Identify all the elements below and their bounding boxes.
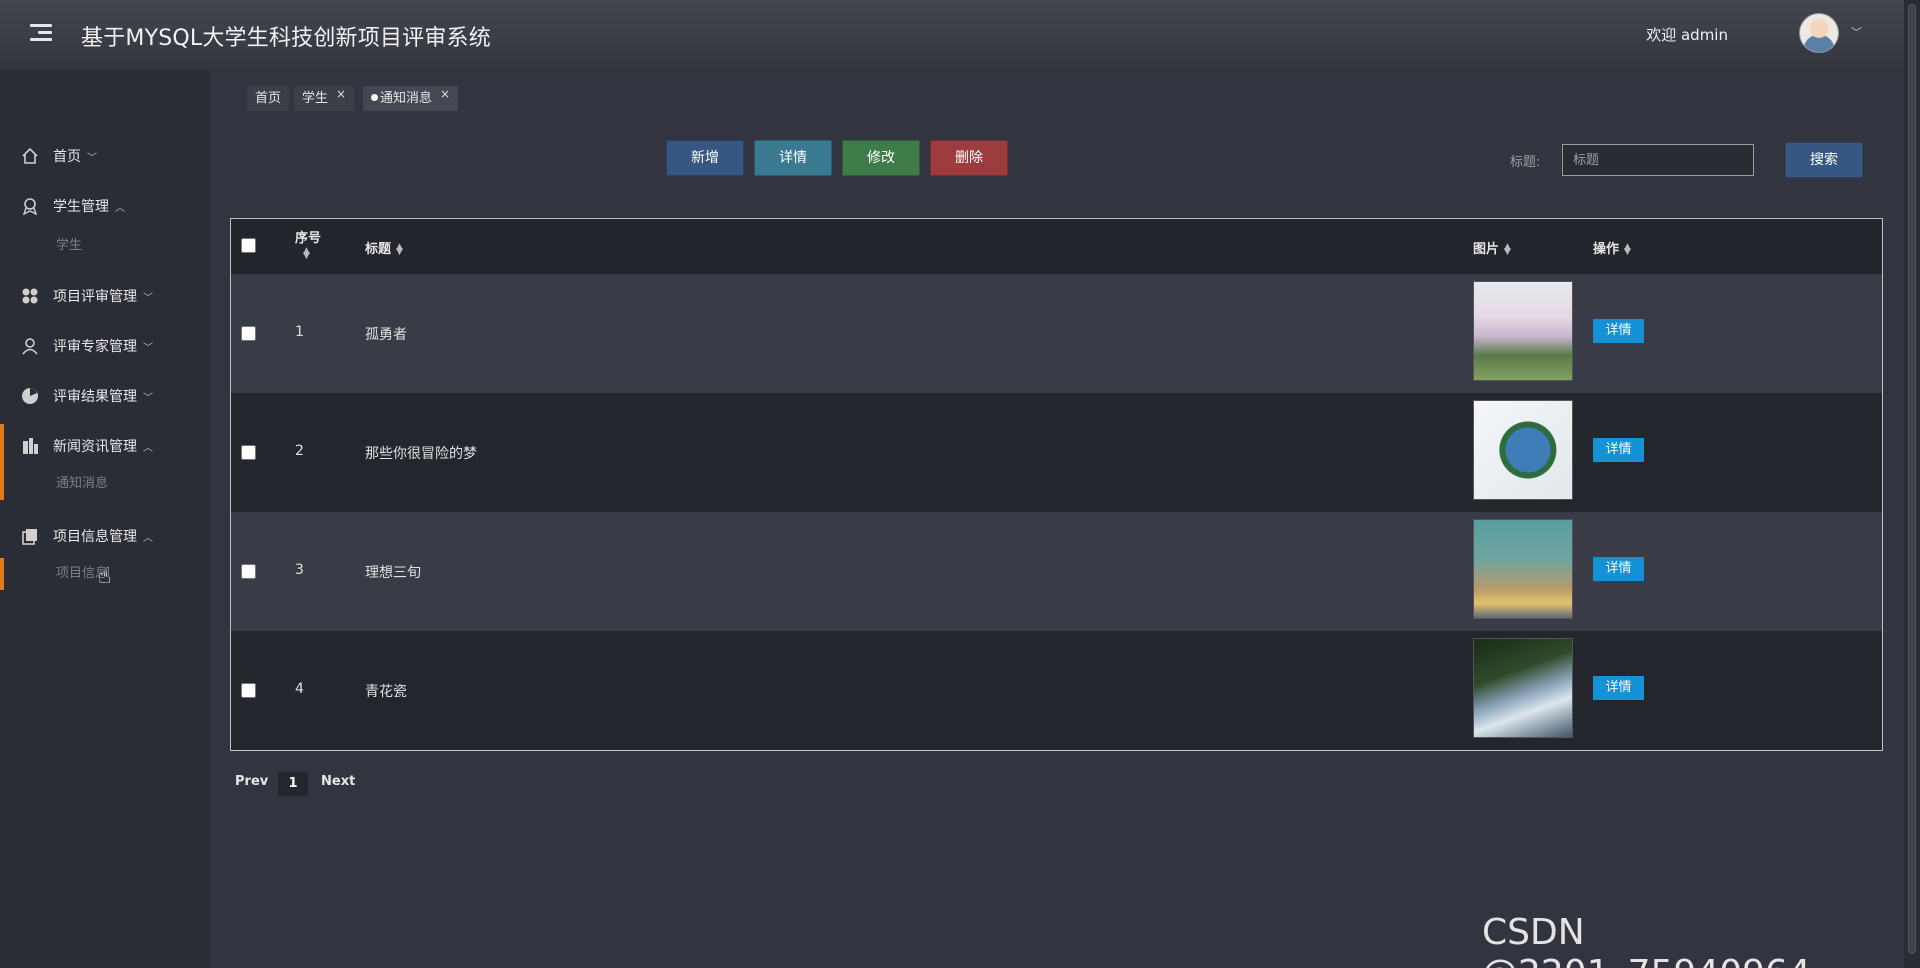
user-icon — [21, 337, 39, 355]
edit-button[interactable]: 修改 — [842, 140, 920, 176]
row-image — [1473, 638, 1573, 738]
row-title: 孤勇者 — [365, 327, 407, 343]
sidebar-item-label: 评审结果管理 — [53, 389, 137, 405]
column-header-index[interactable]: 序号 ▲ ▼ — [295, 227, 321, 261]
sort-icon[interactable]: ▲ ▼ — [1624, 242, 1631, 256]
row-checkbox[interactable] — [241, 326, 256, 341]
current-page[interactable]: 1 — [278, 772, 308, 796]
column-header-label: 图片 — [1473, 242, 1500, 257]
tab-label: 通知消息 — [380, 91, 433, 106]
home-icon — [21, 147, 39, 165]
row-checkbox[interactable] — [241, 445, 256, 460]
column-header-label: 序号 — [295, 231, 322, 246]
search-label: 标题: — [1510, 155, 1541, 170]
close-icon[interactable]: × — [336, 87, 346, 101]
search-button[interactable]: 搜索 — [1785, 142, 1863, 178]
tab-label: 学生 — [302, 91, 329, 106]
chevron-down-icon: ﹀ — [143, 292, 153, 304]
vertical-scrollbar[interactable] — [1904, 0, 1920, 968]
row-image — [1473, 519, 1573, 619]
chevron-down-icon: ﹀ — [87, 152, 97, 164]
column-header-label: 操作 — [1593, 242, 1620, 257]
add-button[interactable]: 新增 — [666, 140, 744, 176]
next-page-link[interactable]: Next — [321, 774, 355, 789]
row-detail-button[interactable]: 详情 — [1593, 557, 1644, 581]
table-row: 3 理想三旬 详情 — [231, 512, 1882, 631]
table-row: 1 孤勇者 详情 — [231, 274, 1882, 393]
chevron-up-icon: ︿ — [143, 442, 153, 454]
menu-toggle-icon[interactable] — [30, 24, 52, 44]
row-title: 那些你很冒险的梦 — [365, 446, 477, 462]
chevron-down-icon: ﹀ — [143, 392, 153, 404]
column-header-image[interactable]: 图片 ▲ ▼ — [1473, 238, 1511, 257]
prev-page-link[interactable]: Prev — [235, 774, 268, 789]
row-checkbox[interactable] — [241, 564, 256, 579]
watermark: CSDN @2201_75940964 — [1482, 912, 1811, 968]
chevron-down-icon: ﹀ — [143, 342, 153, 354]
sidebar-item-expert-mgmt[interactable]: 评审专家管理 ﹀ — [0, 324, 210, 368]
sidebar-item-result-mgmt[interactable]: 评审结果管理 ﹀ — [0, 374, 210, 418]
active-dot-icon — [371, 94, 378, 101]
chevron-up-icon: ︿ — [115, 202, 125, 214]
sidebar-item-label: 项目信息管理 — [53, 529, 137, 545]
delete-button[interactable]: 删除 — [930, 140, 1008, 176]
award-icon — [21, 197, 39, 215]
title-search-input[interactable] — [1562, 144, 1754, 176]
detail-button[interactable]: 详情 — [754, 140, 832, 176]
top-header: 基于MYSQL大学生科技创新项目评审系统 欢迎 admin ﹀ — [0, 0, 1904, 70]
tab-student[interactable]: 学生 × — [294, 86, 355, 111]
table-header: 序号 ▲ ▼ 标题 ▲ ▼ 图片 ▲ ▼ 操作 ▲ ▼ — [231, 219, 1882, 274]
sidebar-item-project-info-mgmt[interactable]: 项目信息管理 ︿ — [0, 514, 210, 558]
sidebar-subitem-student[interactable]: 学生 — [0, 230, 210, 262]
chevron-down-icon[interactable]: ﹀ — [1851, 24, 1862, 40]
pie-chart-icon — [21, 387, 39, 405]
tab-home[interactable]: 首页 — [247, 86, 290, 111]
row-image — [1473, 281, 1573, 381]
building-icon — [21, 437, 39, 455]
sidebar-subitem-notice[interactable]: 通知消息 — [0, 468, 210, 500]
table-row: 2 那些你很冒险的梦 详情 — [231, 393, 1882, 512]
app-title: 基于MYSQL大学生科技创新项目评审系统 — [81, 26, 491, 51]
sidebar-item-label: 学生管理 — [53, 199, 109, 215]
row-detail-button[interactable]: 详情 — [1593, 676, 1644, 700]
copy-icon — [21, 527, 39, 545]
sidebar-item-label: 首页 — [53, 149, 81, 165]
close-icon[interactable]: × — [440, 87, 450, 101]
row-index: 4 — [295, 681, 304, 697]
welcome-text: 欢迎 admin — [1646, 26, 1728, 44]
sidebar-item-label: 评审专家管理 — [53, 339, 137, 355]
row-detail-button[interactable]: 详情 — [1593, 438, 1644, 462]
row-checkbox[interactable] — [241, 683, 256, 698]
tab-notice[interactable]: 通知消息 × — [363, 86, 459, 111]
sidebar-item-label: 项目评审管理 — [53, 289, 137, 305]
data-table: 序号 ▲ ▼ 标题 ▲ ▼ 图片 ▲ ▼ 操作 ▲ ▼ 1 孤勇者 详情 2 那些你很冒险的梦… — [230, 218, 1883, 751]
row-title: 理想三旬 — [365, 565, 421, 581]
column-header-label: 标题 — [365, 242, 392, 257]
row-detail-button[interactable]: 详情 — [1593, 319, 1644, 343]
row-index: 2 — [295, 443, 304, 459]
select-all-checkbox[interactable] — [241, 238, 256, 253]
row-title: 青花瓷 — [365, 684, 407, 700]
chevron-up-icon: ︿ — [143, 532, 153, 544]
row-index: 1 — [295, 324, 304, 340]
sidebar-item-news-mgmt[interactable]: 新闻资讯管理 ︿ — [0, 424, 210, 468]
sidebar-item-home[interactable]: 首页 ﹀ — [0, 134, 210, 178]
sidebar-item-project-review-mgmt[interactable]: 项目评审管理 ﹀ — [0, 274, 210, 318]
table-row: 4 青花瓷 详情 — [231, 631, 1882, 750]
sort-icon[interactable]: ▲ ▼ — [1504, 242, 1511, 256]
avatar[interactable] — [1799, 13, 1839, 53]
scrollbar-thumb[interactable] — [1908, 4, 1916, 954]
column-header-action[interactable]: 操作 ▲ ▼ — [1593, 238, 1631, 257]
sort-icon[interactable]: ▲ ▼ — [303, 246, 310, 260]
pointer-hand-icon: ☝ — [98, 564, 112, 589]
sidebar-item-label: 新闻资讯管理 — [53, 439, 137, 455]
sidebar-item-student-mgmt[interactable]: 学生管理 ︿ — [0, 184, 210, 228]
row-index: 3 — [295, 562, 304, 578]
tab-label: 首页 — [255, 91, 282, 106]
grid-icon — [21, 287, 39, 305]
sort-icon[interactable]: ▲ ▼ — [396, 242, 403, 256]
sidebar: 首页 ﹀ 学生管理 ︿ 学生 项目评审管理 ﹀ 评审专家管理 ﹀ 评审结果管理 … — [0, 70, 210, 968]
column-header-title[interactable]: 标题 ▲ ▼ — [365, 238, 403, 257]
row-image — [1473, 400, 1573, 500]
